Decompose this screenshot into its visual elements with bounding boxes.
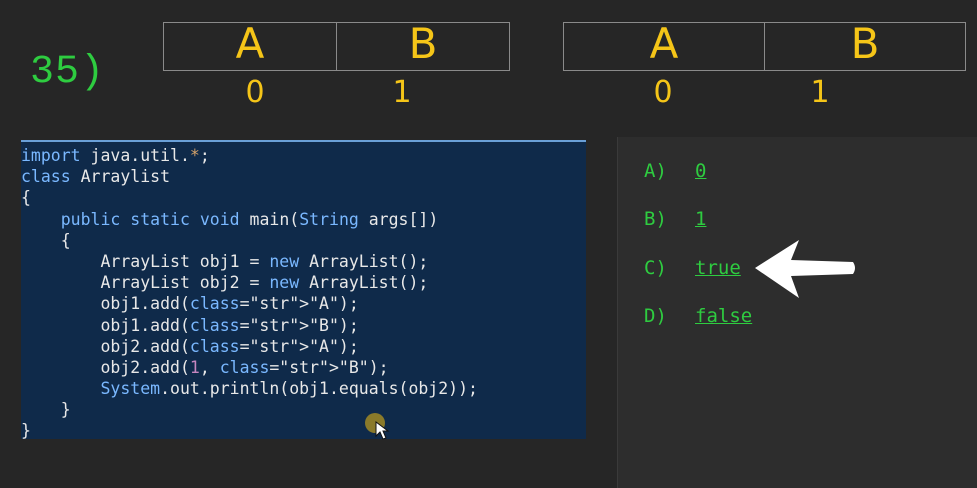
code-line: { xyxy=(21,230,71,250)
option-a[interactable]: A) 0 xyxy=(644,162,706,181)
option-value[interactable]: 0 xyxy=(695,160,706,182)
question-number: 35) xyxy=(30,50,106,95)
option-label: D) xyxy=(644,305,667,327)
option-value[interactable]: 1 xyxy=(695,208,706,230)
code-line: ArrayList obj2 = new ArrayList(); xyxy=(21,273,429,293)
array-cell: A xyxy=(164,23,337,70)
option-label: C) xyxy=(644,257,667,279)
code-line: System.out.println(obj1.equals(obj2)); xyxy=(100,379,478,399)
code-line: obj2.add(1, class="str">"B"); xyxy=(21,357,389,377)
handwritten-index: 1 xyxy=(392,75,412,110)
option-c[interactable]: C) true xyxy=(644,259,741,278)
option-value[interactable]: false xyxy=(695,305,752,327)
option-d[interactable]: D) false xyxy=(644,307,752,326)
handwritten-index: 0 xyxy=(245,75,265,110)
array-diagram-right: A B xyxy=(563,22,966,71)
code-editor: import java.util.*; class Arraylist{ publ… xyxy=(21,140,586,441)
code-line: { xyxy=(21,188,31,208)
handwritten-index: 0 xyxy=(653,75,673,110)
option-label: B) xyxy=(644,208,667,230)
mouse-cursor-icon xyxy=(375,421,390,440)
option-b[interactable]: B) 1 xyxy=(644,210,706,229)
code-line: } xyxy=(21,400,71,420)
handwritten-letter: B xyxy=(850,19,880,68)
option-value[interactable]: true xyxy=(695,257,741,279)
code-line: import java.util.*; xyxy=(21,146,210,165)
code-line: obj1.add(class="str">"B"); xyxy=(21,315,359,335)
code-line: ArrayList obj1 = new ArrayList(); xyxy=(21,251,429,271)
array-cell: B xyxy=(337,23,509,70)
handwritten-letter: A xyxy=(235,19,265,68)
handwritten-letter: A xyxy=(649,19,679,68)
code-line: class Arraylist xyxy=(21,167,171,187)
handwritten-letter: B xyxy=(408,19,438,68)
code-line: } xyxy=(21,421,31,441)
code-line: obj1.add(class="str">"A"); xyxy=(21,294,359,314)
array-diagram-left: A B xyxy=(163,22,510,71)
white-arrow-icon xyxy=(755,240,855,298)
array-cell: B xyxy=(765,23,965,70)
code-line: public static void main(String args[]) xyxy=(60,209,439,229)
handwritten-index: 1 xyxy=(810,75,830,110)
option-label: A) xyxy=(644,160,667,182)
code-line: obj2.add(class="str">"A"); xyxy=(21,336,359,356)
array-cell: A xyxy=(564,23,765,70)
